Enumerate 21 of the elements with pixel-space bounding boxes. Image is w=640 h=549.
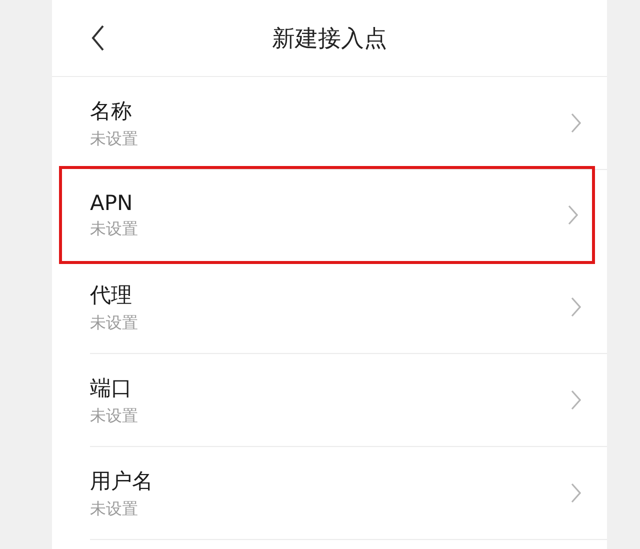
row-label: 代理 <box>90 282 132 308</box>
chevron-icon <box>571 390 581 410</box>
chevron-icon <box>571 483 581 503</box>
page-title: 新建接入点 <box>272 24 387 54</box>
settings-row[interactable]: 代理 未设置 <box>90 261 607 354</box>
settings-row[interactable]: APN 未设置 <box>90 169 604 261</box>
settings-row[interactable]: 端口 未设置 <box>90 354 607 447</box>
row-label: 名称 <box>90 98 132 124</box>
chevron-icon <box>571 113 581 133</box>
settings-row[interactable]: 名称 未设置 <box>90 77 607 170</box>
row-value: 未设置 <box>90 128 138 150</box>
row-label: 端口 <box>90 374 132 402</box>
row-value: 未设置 <box>90 498 138 520</box>
row-label: 用户名 <box>90 468 153 494</box>
settings-row[interactable]: 用户名 未设置 <box>90 447 607 540</box>
chevron-icon <box>568 205 578 225</box>
chevron-icon <box>571 297 581 317</box>
row-value: 未设置 <box>90 406 138 426</box>
row-value: 未设置 <box>90 312 138 334</box>
row-label: APN <box>90 190 133 214</box>
row-value: 未设置 <box>90 218 138 240</box>
